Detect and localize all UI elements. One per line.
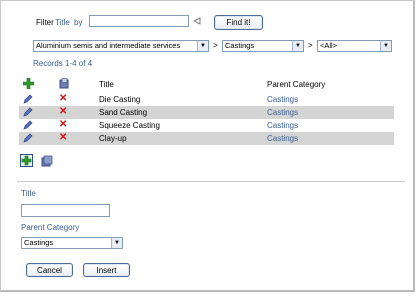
records-count: Records 1-4 of 4 [33,59,93,68]
row-parent-link[interactable]: Castings [267,108,298,117]
delete-x-icon[interactable]: ✕ [59,106,67,117]
row-title: Squeeze Casting [99,121,160,130]
delete-x-icon[interactable]: ✕ [59,119,67,130]
save-icon[interactable] [59,78,69,91]
separator-gt: > [213,41,218,50]
table-row: ✕ Clay-up Castings [19,132,394,145]
chevron-down-icon: ▼ [111,238,122,248]
table-row: ✕ Die Casting Castings [19,93,394,106]
delete-x-icon[interactable]: ✕ [59,132,67,143]
subcategory-select-value: Castings [225,41,255,50]
table-row: ✕ Squeeze Casting Castings [19,119,394,132]
edit-pencil-icon[interactable] [23,120,33,132]
add-new-icon[interactable] [20,154,33,167]
parent-category-select[interactable]: Castings ▼ [21,237,123,249]
chevron-down-icon: ▼ [197,41,208,51]
edit-pencil-icon[interactable] [23,94,33,106]
delete-x-icon[interactable]: ✕ [59,93,67,104]
parent-category-value: Castings [24,238,54,247]
cancel-button[interactable]: Cancel [26,263,73,277]
column-header-title[interactable]: Title [99,80,114,89]
parent-category-label: Parent Category [21,223,80,232]
insert-button[interactable]: Insert [83,263,130,277]
row-title: Die Casting [99,95,141,104]
row-parent-link[interactable]: Castings [267,134,298,143]
filter-by-label: by [74,18,83,27]
subcategory-select[interactable]: Castings ▼ [222,40,304,52]
row-title: Sand Casting [99,108,148,117]
filter-label: Filter [36,18,54,27]
save-all-icon[interactable] [41,155,53,169]
chevron-down-icon: ▼ [380,41,391,51]
separator-gt: > [308,41,313,50]
edit-pencil-icon[interactable] [23,133,33,145]
category-select-value: Aluminium semis and intermediate service… [36,41,181,50]
chevron-down-icon: ▼ [292,41,303,51]
table-header: Title Parent Category [19,77,394,92]
find-button[interactable]: Find it! [214,15,263,30]
column-header-parent[interactable]: Parent Category [267,80,325,89]
edit-pencil-icon[interactable] [23,107,33,119]
title-field-label: Title [21,189,36,198]
title-input[interactable] [21,204,110,217]
filter-input[interactable] [89,15,189,27]
row-title: Clay-up [99,134,127,143]
filter-field-link[interactable]: Title [55,18,70,27]
row-parent-link[interactable]: Castings [267,121,298,130]
third-level-select-value: <All> [320,41,338,50]
add-icon[interactable] [22,77,35,91]
third-level-select[interactable]: <All> ▼ [317,40,392,52]
row-parent-link[interactable]: Castings [267,95,298,104]
table-row: ✕ Sand Casting Castings [19,106,394,119]
category-select[interactable]: Aluminium semis and intermediate service… [33,40,209,52]
section-divider [17,181,405,182]
clear-triangle-icon[interactable] [192,17,201,27]
